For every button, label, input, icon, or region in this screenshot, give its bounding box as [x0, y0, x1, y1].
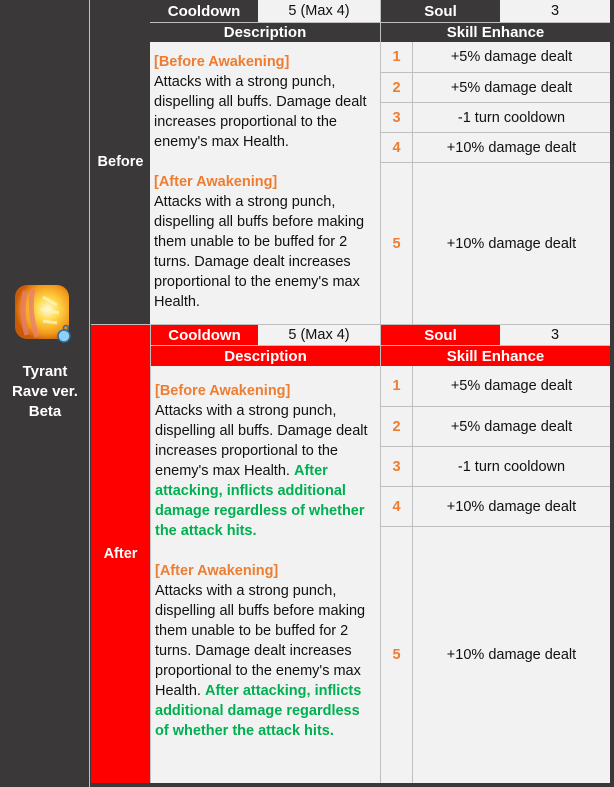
before-soul-value: 3 [500, 0, 610, 22]
enhance-effect: +10% damage dealt [412, 162, 610, 324]
enhance-effect: +5% damage dealt [412, 42, 610, 72]
after-enhance-table: 1 +5% damage dealt 2 +5% damage dealt 3 … [380, 366, 610, 783]
enhance-level: 2 [381, 72, 412, 102]
enhance-effect: -1 turn cooldown [412, 446, 610, 486]
after-label-cell: After [91, 325, 150, 783]
enhance-level: 1 [392, 49, 401, 65]
enhance-level: 4 [381, 132, 412, 162]
skill-name-line-2: Rave ver. [12, 383, 78, 400]
description-text: Attacks with a strong punch, dispelling … [154, 74, 367, 150]
skill-icon [13, 283, 73, 343]
after-soul-value: 3 [500, 325, 610, 345]
after-soul-label: Soul [380, 325, 500, 345]
after-cooldown-label: Cooldown [150, 325, 258, 345]
before-cooldown-label: Cooldown [150, 0, 258, 22]
enhance-effect: +5% damage dealt [412, 406, 610, 446]
before-post-awakening: [After Awakening] Attacks with a strong … [154, 172, 374, 312]
after-description: [Before Awakening] Attacks with a strong… [150, 366, 380, 783]
after-post-awakening: [After Awakening] Attacks with a strong … [155, 561, 374, 741]
after-enhance-header: Skill Enhance [380, 345, 610, 366]
enhance-level: 4 [381, 486, 412, 526]
before-enhance-table: 1 +5% damage dealt 2 +5% damage dealt 3 … [380, 42, 610, 324]
enhance-effect: +10% damage dealt [412, 132, 610, 162]
before-pre-awakening: [Before Awakening] Attacks with a strong… [154, 52, 374, 152]
enhance-level: 3 [381, 102, 412, 132]
skill-fist-fire-icon [15, 285, 71, 343]
enhance-effect: +10% damage dealt [412, 526, 610, 783]
enhance-effect: +5% damage dealt [412, 366, 610, 406]
before-soul-label: Soul [380, 0, 500, 22]
after-pre-awakening: [Before Awakening] Attacks with a strong… [155, 381, 374, 541]
description-text: Attacks with a strong punch, dispelling … [155, 403, 368, 479]
enhance-effect: +5% damage dealt [412, 72, 610, 102]
awakening-tag: [Before Awakening] [155, 383, 291, 399]
before-description-header: Description [150, 22, 380, 42]
enhance-level: 3 [381, 446, 412, 486]
after-cooldown-value: 5 (Max 4) [258, 325, 380, 345]
skill-name-line-3: Beta [28, 403, 62, 420]
after-label: After [103, 546, 138, 562]
description-text: Attacks with a strong punch, dispelling … [154, 194, 365, 310]
enhance-level: 2 [381, 406, 412, 446]
enhance-effect: +10% damage dealt [412, 486, 610, 526]
awakening-tag: [After Awakening] [155, 563, 279, 579]
enhance-level: 5 [381, 526, 412, 783]
enhance-effect: -1 turn cooldown [412, 102, 610, 132]
before-enhance-header: Skill Enhance [380, 22, 610, 42]
skill-name: Tyrant Rave ver. Beta [0, 362, 90, 422]
enhance-level: 5 [381, 162, 412, 324]
before-label-cell: Before [91, 0, 150, 324]
before-cooldown-value: 5 (Max 4) [258, 0, 380, 22]
before-label: Before [97, 154, 144, 170]
enhance-level: 1 [392, 378, 401, 394]
description-text: Attacks with a strong punch, dispelling … [155, 583, 366, 699]
awakening-tag: [After Awakening] [154, 174, 278, 190]
after-description-header: Description [150, 345, 380, 366]
before-description: [Before Awakening] Attacks with a strong… [150, 42, 380, 324]
skill-name-line-1: Tyrant [22, 363, 68, 380]
awakening-tag: [Before Awakening] [154, 54, 290, 70]
